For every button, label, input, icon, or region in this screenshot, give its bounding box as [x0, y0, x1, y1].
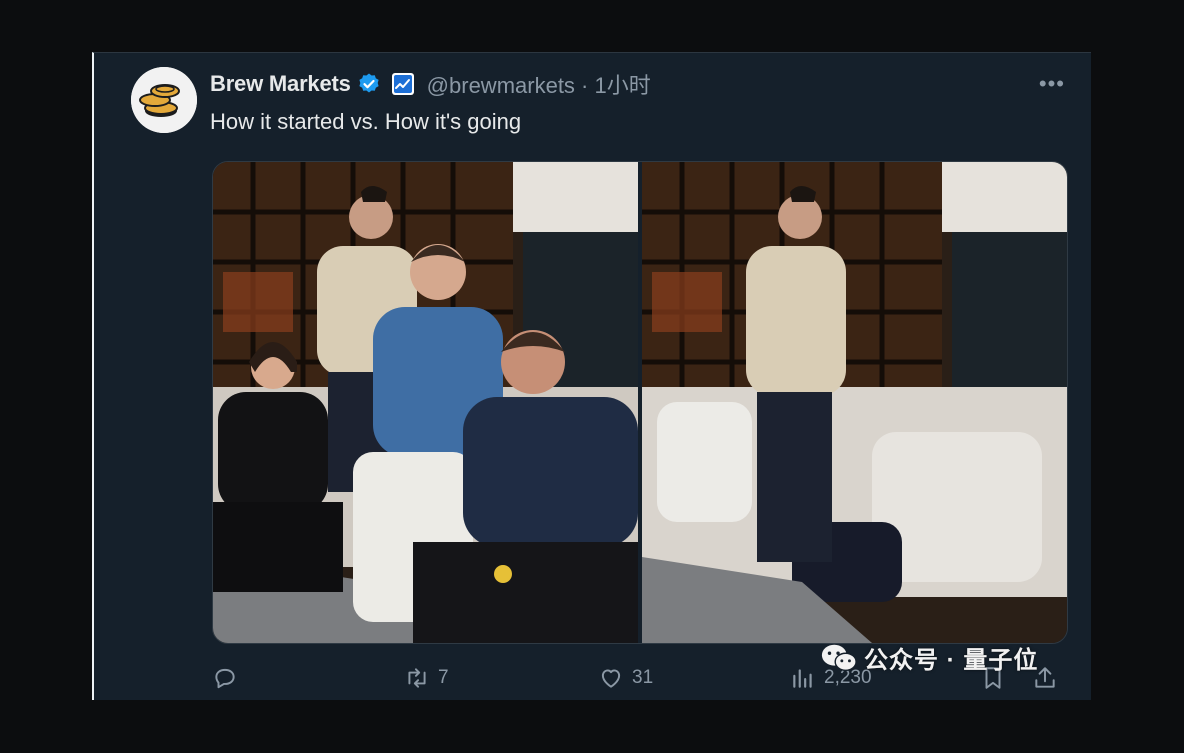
- photo-going[interactable]: [642, 162, 1067, 643]
- coins-logo-icon: [131, 67, 197, 133]
- author-avatar[interactable]: [131, 67, 197, 133]
- handle-and-time[interactable]: @brewmarkets · 1小时: [427, 68, 651, 100]
- photo-started[interactable]: [213, 162, 638, 643]
- retweet-button[interactable]: 7: [404, 665, 449, 691]
- verified-badge-icon: [357, 72, 381, 96]
- tweet-text: How it started vs. How it's going: [210, 109, 522, 134]
- more-icon[interactable]: •••: [1039, 71, 1065, 97]
- tweet-media[interactable]: [212, 161, 1068, 644]
- affiliate-badge-icon[interactable]: [391, 72, 415, 96]
- tweet-header: Brew Markets @brewmarkets · 1小时: [210, 69, 651, 99]
- like-button[interactable]: 31: [598, 665, 653, 691]
- reply-icon: [215, 668, 235, 689]
- like-icon: [601, 669, 621, 688]
- tweet-card[interactable]: Brew Markets @brewmarkets · 1小时 ••• How …: [92, 52, 1091, 700]
- watermark-text: 公众号 · 量子位: [864, 647, 1039, 674]
- wechat-watermark: 公众号 · 量子位: [820, 640, 1038, 675]
- retweet-icon: [408, 668, 426, 688]
- like-count: 31: [632, 667, 654, 688]
- author-name[interactable]: Brew Markets: [210, 71, 351, 97]
- retweet-count: 7: [438, 667, 449, 688]
- views-icon: [793, 669, 812, 688]
- reply-button[interactable]: [212, 665, 246, 691]
- wechat-icon: [821, 644, 857, 671]
